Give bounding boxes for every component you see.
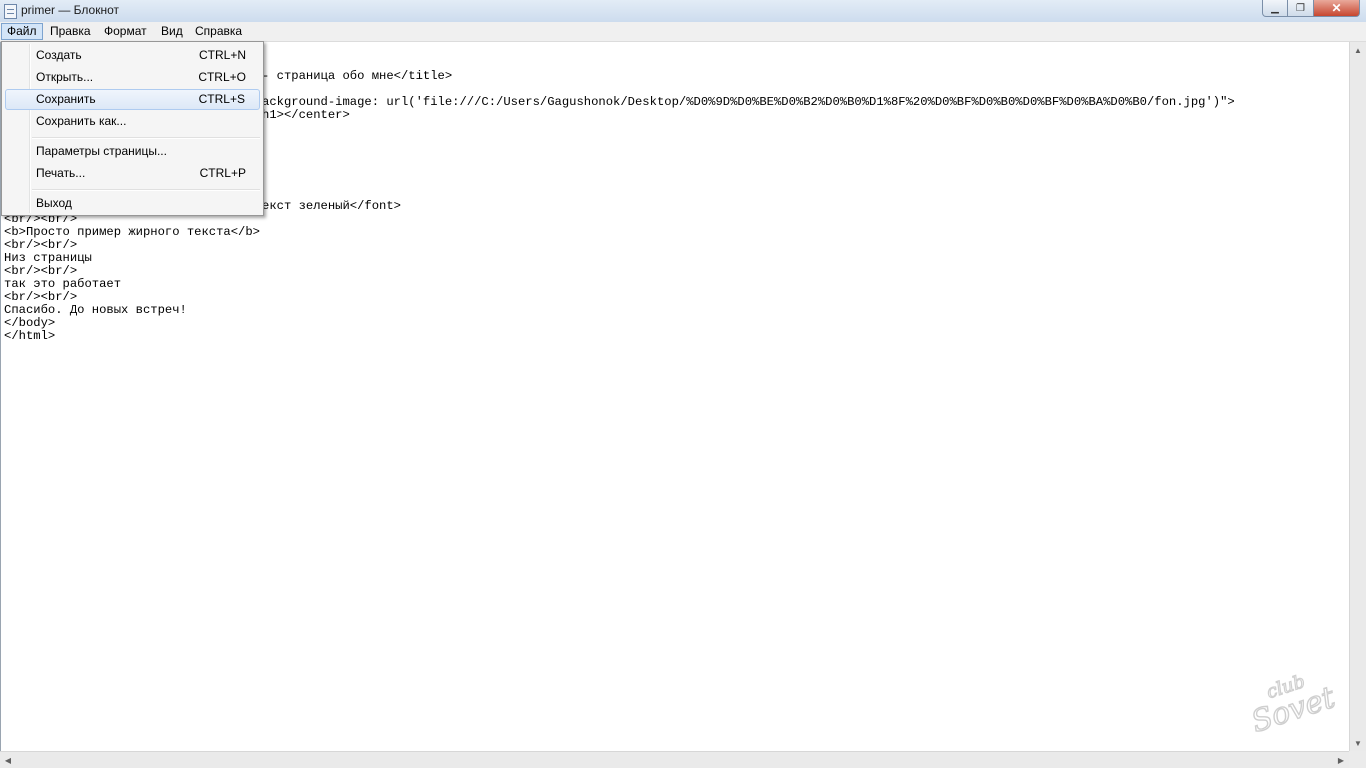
scroll-right-arrow-icon[interactable]: ▶ <box>1333 752 1349 768</box>
menu-item-page-setup[interactable]: Параметры страницы... <box>5 141 260 162</box>
menu-item-save-as[interactable]: Сохранить как... <box>5 111 260 132</box>
menu-help[interactable]: Справка <box>190 23 247 40</box>
menu-separator <box>32 137 260 139</box>
menu-bar: Файл Правка Формат Вид Справка <box>0 22 1366 42</box>
menu-item-open[interactable]: Открыть... CTRL+O <box>5 67 260 88</box>
menu-item-label: Выход <box>36 196 72 210</box>
scrollbar-corner <box>1349 751 1366 768</box>
close-button[interactable]: ✕ <box>1314 0 1360 17</box>
maximize-button[interactable]: ❐ <box>1288 0 1314 17</box>
menu-item-new[interactable]: Создать CTRL+N <box>5 45 260 66</box>
menu-item-shortcut: CTRL+P <box>199 166 246 180</box>
text-fragment: ackground-image: url('file:///C:/Users/G… <box>262 95 1235 109</box>
title-bar: primer — Блокнот ▁ ❐ ✕ <box>0 0 1366 23</box>
menu-item-shortcut: CTRL+O <box>198 70 246 84</box>
menu-item-exit[interactable]: Выход <box>5 193 260 214</box>
scroll-up-arrow-icon[interactable]: ▲ <box>1350 42 1366 58</box>
menu-item-shortcut: CTRL+S <box>198 92 245 106</box>
file-menu-dropdown: Создать CTRL+N Открыть... CTRL+O Сохрани… <box>1 41 264 216</box>
scroll-left-arrow-icon[interactable]: ◀ <box>0 752 16 768</box>
menu-item-label: Сохранить <box>36 92 96 106</box>
menu-item-label: Печать... <box>36 166 86 180</box>
menu-view[interactable]: Вид <box>156 23 188 40</box>
scroll-down-arrow-icon[interactable]: ▼ <box>1350 735 1366 751</box>
notepad-icon <box>4 4 17 19</box>
menu-item-save[interactable]: Сохранить CTRL+S <box>5 89 260 110</box>
menu-item-shortcut: CTRL+N <box>198 48 246 62</box>
text-line: </html> <box>4 329 56 343</box>
menu-item-label: Сохранить как... <box>36 114 127 128</box>
text-fragment: екст зеленый</font> <box>262 199 401 213</box>
window-controls: ▁ ❐ ✕ <box>1262 0 1360 18</box>
menu-edit[interactable]: Правка <box>45 23 96 40</box>
menu-format[interactable]: Формат <box>99 23 152 40</box>
watermark-logo: club Sovet <box>1240 660 1341 741</box>
text-fragment: h1></center> <box>262 108 350 122</box>
menu-item-label: Открыть... <box>36 70 94 84</box>
horizontal-scrollbar[interactable]: ◀ ▶ <box>0 751 1349 768</box>
menu-item-print[interactable]: Печать... CTRL+P <box>5 163 260 184</box>
vertical-scrollbar[interactable]: ▲ ▼ <box>1349 42 1366 751</box>
text-fragment: - страница обо мне</title> <box>262 69 453 83</box>
minimize-button[interactable]: ▁ <box>1262 0 1288 17</box>
menu-file[interactable]: Файл <box>1 23 43 40</box>
menu-item-label: Параметры страницы... <box>36 144 167 158</box>
menu-item-label: Создать <box>36 48 82 62</box>
menu-separator <box>32 189 260 191</box>
window-title: primer — Блокнот <box>21 3 120 17</box>
